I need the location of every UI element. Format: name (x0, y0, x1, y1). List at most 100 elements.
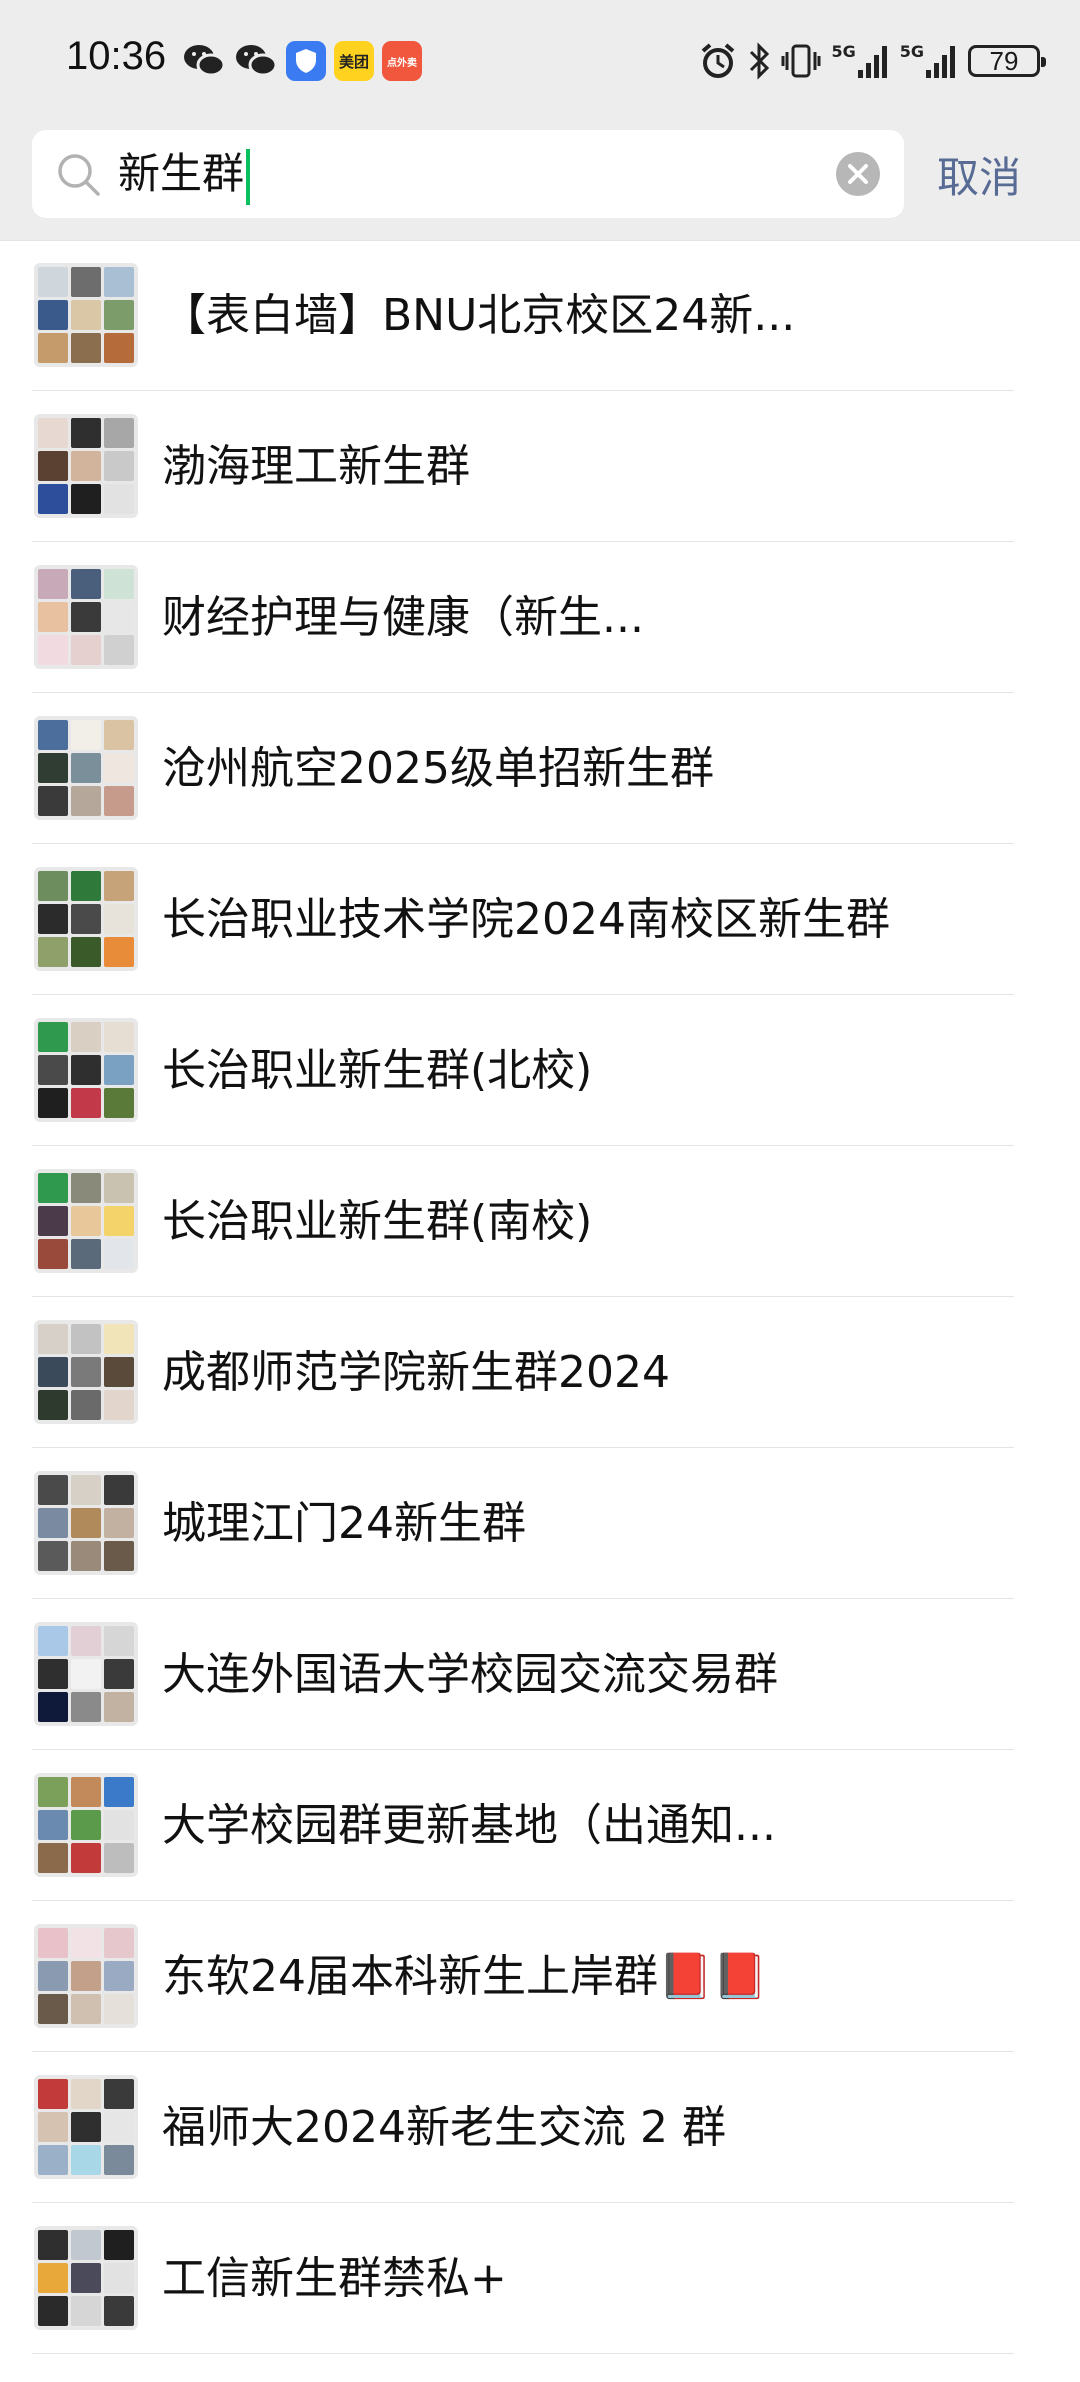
group-avatar (34, 1924, 138, 2028)
member-avatar-tile (104, 904, 134, 934)
member-avatar-tile (71, 1626, 101, 1656)
group-name: 成都师范学院新生群2024 (162, 1347, 670, 1398)
member-avatar-tile (71, 1777, 101, 1807)
vibrate-icon (781, 44, 821, 78)
group-avatar (34, 1622, 138, 1726)
member-avatar-tile (71, 267, 101, 297)
member-avatar-tile (38, 2079, 68, 2109)
member-avatar-tile (38, 1541, 68, 1571)
member-avatar-tile (38, 1994, 68, 2024)
member-avatar-tile (104, 1173, 134, 1203)
group-chat-result-item[interactable]: 长治职业新生群(北校) (0, 995, 1080, 1146)
group-chat-result-item[interactable]: 东软24届本科新生上岸群📕📕 (0, 1901, 1080, 2052)
member-avatar-tile (38, 1475, 68, 1505)
member-avatar-tile (104, 1508, 134, 1538)
member-avatar-tile (104, 753, 134, 783)
member-avatar-tile (104, 1659, 134, 1689)
member-avatar-tile (71, 1357, 101, 1387)
member-avatar-tile (71, 451, 101, 481)
group-name: 财经护理与健康（新生... (162, 592, 644, 643)
group-avatar (34, 867, 138, 971)
member-avatar-tile (38, 602, 68, 632)
member-avatar-tile (104, 1324, 134, 1354)
member-avatar-tile (38, 2296, 68, 2326)
group-chat-result-item[interactable]: 渤海理工新生群 (0, 391, 1080, 542)
member-avatar-tile (71, 2296, 101, 2326)
member-avatar-tile (104, 1692, 134, 1722)
member-avatar-tile (104, 300, 134, 330)
member-avatar-tile (71, 1206, 101, 1236)
member-avatar-tile (38, 267, 68, 297)
cancel-button[interactable]: 取消 (937, 148, 1021, 208)
member-avatar-tile (71, 1088, 101, 1118)
group-name: 渤海理工新生群 (162, 441, 470, 492)
member-avatar-tile (38, 1239, 68, 1269)
group-chat-result-item[interactable]: 长治职业新生群(南校) (0, 1146, 1080, 1297)
group-chat-result-item[interactable]: 福师大2024新老生交流 2 群 (0, 2052, 1080, 2203)
group-chat-result-item[interactable]: 长治职业技术学院2024南校区新生群 (0, 844, 1080, 995)
member-avatar-tile (71, 2112, 101, 2142)
member-avatar-tile (104, 1810, 134, 1840)
member-avatar-tile (71, 2079, 101, 2109)
member-avatar-tile (104, 871, 134, 901)
member-avatar-tile (38, 1843, 68, 1873)
member-avatar-tile (104, 569, 134, 599)
group-avatar (34, 1773, 138, 1877)
member-avatar-tile (38, 904, 68, 934)
group-avatar (34, 1471, 138, 1575)
member-avatar-tile (71, 1541, 101, 1571)
group-avatar (34, 2226, 138, 2330)
group-avatar (34, 263, 138, 367)
member-avatar-tile (38, 1357, 68, 1387)
group-chat-result-item[interactable]: 沧州航空2025级单招新生群 (0, 693, 1080, 844)
notification-icons: 美团 点外卖 (182, 38, 422, 84)
group-chat-result-item[interactable]: 大连外国语大学校园交流交易群 (0, 1599, 1080, 1750)
member-avatar-tile (38, 484, 68, 514)
wechat-icon (236, 45, 278, 77)
member-avatar-tile (38, 720, 68, 750)
status-bar: 10:36 美团 点外卖 5G 5G 79 (0, 0, 1080, 124)
clear-icon[interactable] (836, 152, 880, 196)
member-avatar-tile (38, 2145, 68, 2175)
member-avatar-tile (71, 904, 101, 934)
member-avatar-tile (71, 2230, 101, 2260)
member-avatar-tile (71, 871, 101, 901)
group-chat-result-item[interactable]: 工信新生群禁私+ (0, 2203, 1080, 2354)
member-avatar-tile (38, 569, 68, 599)
member-avatar-tile (38, 1810, 68, 1840)
member-avatar-tile (71, 484, 101, 514)
member-avatar-tile (38, 1206, 68, 1236)
member-avatar-tile (104, 1206, 134, 1236)
group-avatar (34, 414, 138, 518)
member-avatar-tile (38, 786, 68, 816)
group-avatar (34, 1169, 138, 1273)
member-avatar-tile (104, 333, 134, 363)
group-chat-result-item[interactable]: 【表白墙】BNU北京校区24新... (0, 240, 1080, 391)
member-avatar-tile (71, 1324, 101, 1354)
search-bar: 新生群 取消 (0, 124, 1080, 240)
member-avatar-tile (104, 1390, 134, 1420)
member-avatar-tile (104, 1475, 134, 1505)
member-avatar-tile (38, 1777, 68, 1807)
member-avatar-tile (71, 1022, 101, 1052)
group-chat-result-item[interactable]: 财经护理与健康（新生... (0, 542, 1080, 693)
member-avatar-tile (38, 1928, 68, 1958)
member-avatar-tile (38, 1961, 68, 1991)
member-avatar-tile (38, 2263, 68, 2293)
group-avatar (34, 1018, 138, 1122)
member-avatar-tile (104, 1088, 134, 1118)
search-input[interactable]: 新生群 (32, 130, 904, 218)
group-name: 沧州航空2025级单招新生群 (162, 743, 714, 794)
member-avatar-tile (38, 1055, 68, 1085)
member-avatar-tile (38, 333, 68, 363)
group-chat-result-item[interactable]: 城理江门24新生群 (0, 1448, 1080, 1599)
group-chat-result-item[interactable]: 大学校园群更新基地（出通知... (0, 1750, 1080, 1901)
member-avatar-tile (38, 937, 68, 967)
search-query: 新生群 (118, 149, 245, 198)
member-avatar-tile (104, 1022, 134, 1052)
group-chat-result-item[interactable]: 成都师范学院新生群2024 (0, 1297, 1080, 1448)
member-avatar-tile (71, 2145, 101, 2175)
member-avatar-tile (104, 1994, 134, 2024)
member-avatar-tile (71, 753, 101, 783)
text-cursor (246, 148, 251, 205)
